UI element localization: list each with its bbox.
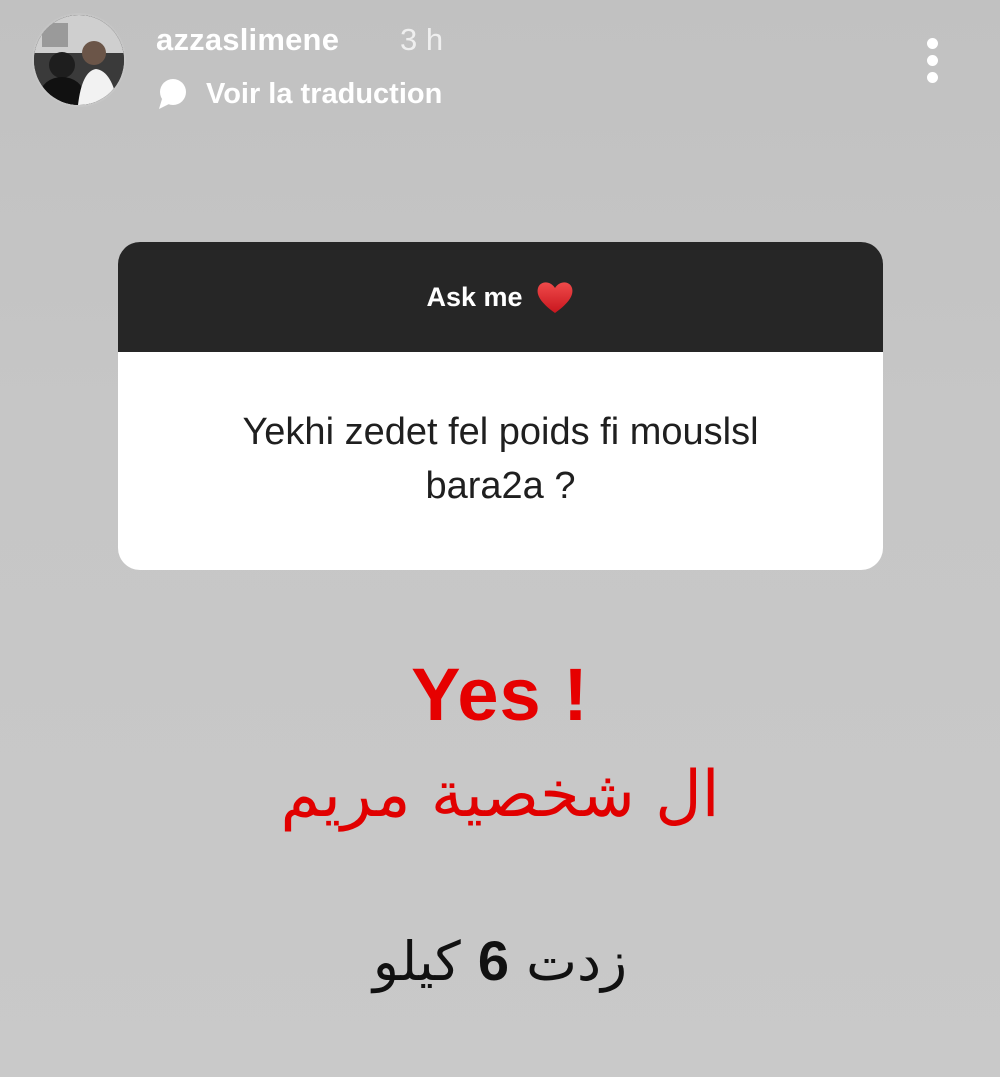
question-card-header: Ask me [118,242,883,352]
avatar-photo [34,15,124,105]
story-header: azzaslimene 3 h Voir la traduction [0,0,1000,130]
see-translation-label: Voir la traduction [206,77,443,110]
time-ago: 3 h [400,22,444,57]
speech-bubble-icon [159,79,186,109]
question-text: Yekhi zedet fel poids fi mouslsl bara2a … [242,411,759,507]
weight-text-part-2: كيلو [372,930,461,993]
answer-headline: Yes ! [411,653,589,736]
heart-icon [537,282,572,313]
profile-avatar[interactable] [34,15,124,105]
answer-arabic-text: ال شخصية مريم [280,758,720,832]
more-vertical-icon [927,38,938,49]
see-translation-link[interactable]: Voir la traduction [156,74,442,114]
weight-number: 6 [477,929,509,992]
weight-text-part-1: زدت [526,930,628,993]
question-sticker-card: Ask me Yekhi zedet fel poids fi mouslsl … [118,242,883,570]
question-card-body: Yekhi zedet fel poids fi mouslsl bara2a … [118,352,883,570]
username[interactable]: azzaslimene [156,22,339,58]
weight-gain-text: زدت 6 كيلو [0,928,1000,993]
question-card-title: Ask me [426,281,523,312]
more-options-button[interactable] [912,34,954,88]
